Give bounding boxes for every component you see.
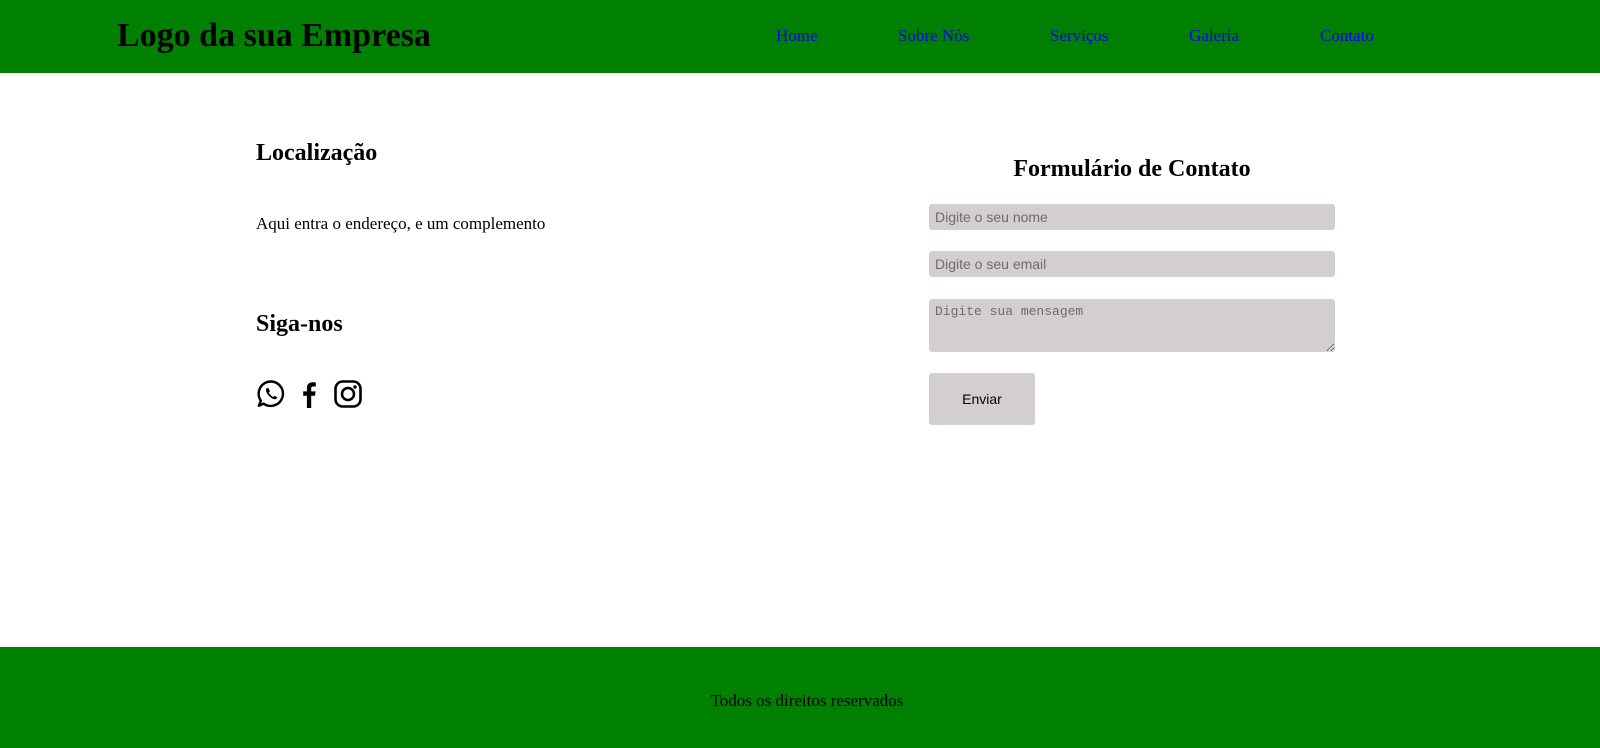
name-input[interactable] [929,204,1335,230]
email-input[interactable] [929,251,1335,277]
nav-link-servicos[interactable]: Serviços [1050,25,1109,47]
nav-link-home[interactable]: Home [776,25,818,47]
main-content: Localização Aqui entra o endereço, e um … [0,73,1600,647]
follow-us-heading: Siga-nos [256,311,343,337]
instagram-icon[interactable] [333,379,363,409]
message-textarea[interactable] [929,299,1335,352]
location-heading: Localização [256,140,378,166]
nav-link-galeria[interactable]: Galeria [1189,25,1239,47]
nav-link-sobre-nos[interactable]: Sobre Nós [898,25,969,47]
site-footer: Todos os direitos reservados [0,647,1600,748]
contact-form-heading: Formulário de Contato [1013,156,1251,182]
site-header: Logo da sua Empresa Home Sobre Nós Servi… [0,0,1600,73]
nav-link-contato[interactable]: Contato [1320,25,1374,47]
facebook-icon[interactable] [294,379,324,409]
send-button[interactable]: Enviar [929,373,1035,425]
whatsapp-icon[interactable] [256,379,286,409]
address-text: Aqui entra o endereço, e um complemento [256,214,546,233]
company-logo: Logo da sua Empresa [117,17,431,54]
copyright-text: Todos os direitos reservados [710,691,904,710]
